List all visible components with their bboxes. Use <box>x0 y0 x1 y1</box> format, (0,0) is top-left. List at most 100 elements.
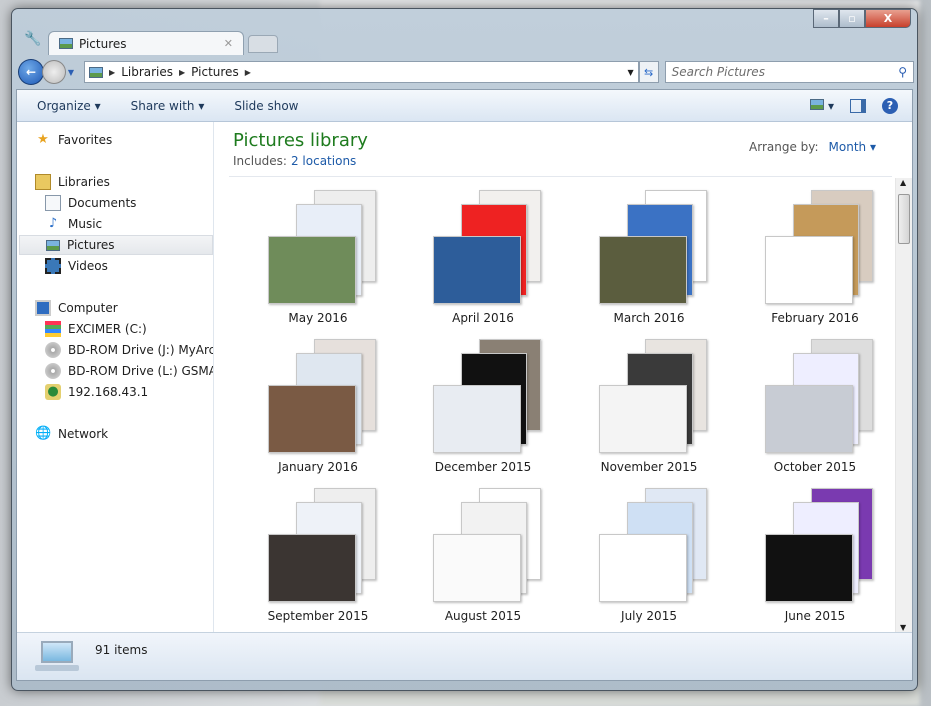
maximize-button[interactable]: ▫ <box>839 9 865 28</box>
locations-link[interactable]: 2 locations <box>291 154 356 168</box>
nav-computer[interactable]: Computer <box>35 298 118 318</box>
close-button[interactable]: X <box>865 9 911 28</box>
library-icon <box>35 639 79 675</box>
thumbnail <box>765 534 853 602</box>
chevron-right-icon[interactable]: ▶ <box>245 68 251 77</box>
wrench-icon[interactable]: 🔧 <box>24 31 41 47</box>
group-label: October 2015 <box>773 460 857 474</box>
view-icon <box>810 98 825 110</box>
group-label: June 2015 <box>784 609 846 623</box>
group-label: July 2015 <box>621 609 677 623</box>
chevron-right-icon: ▶ <box>179 67 186 77</box>
group-label: November 2015 <box>600 460 698 474</box>
explorer-window: – ▫ X 🔧 Pictures ✕ ← ▼ ▶ Libraries ▶ Pic… <box>11 8 918 691</box>
photo-group[interactable]: June 2015 <box>740 488 890 633</box>
arrange-by: Arrange by: Month ▾ <box>749 140 876 154</box>
preview-pane-button[interactable] <box>850 98 866 113</box>
arrange-dropdown[interactable]: Month ▾ <box>829 140 876 154</box>
help-button[interactable]: ? <box>882 97 898 114</box>
photo-group[interactable]: January 2016 <box>243 339 393 484</box>
nav-label: Network <box>58 427 109 441</box>
nav-drive-c[interactable]: EXCIMER (C:) <box>45 319 147 339</box>
thumbnail <box>268 385 356 453</box>
close-tab-icon[interactable]: ✕ <box>224 37 233 50</box>
nav-music[interactable]: ♪ Music <box>45 214 102 234</box>
nav-label: 192.168.43.1 <box>68 385 149 399</box>
address-dropdown-icon[interactable]: ▼ <box>627 68 633 77</box>
nav-label: Computer <box>58 301 118 315</box>
disc-icon <box>45 363 61 379</box>
windows-drive-icon <box>45 321 61 337</box>
group-label: January 2016 <box>278 460 358 474</box>
arrange-label: Arrange by: <box>749 140 819 154</box>
group-label: March 2016 <box>613 311 685 325</box>
recent-pages-icon[interactable]: ▼ <box>68 68 74 77</box>
search-icon: ⚲ <box>898 65 907 79</box>
group-label: December 2015 <box>434 460 532 474</box>
thumbnail <box>433 385 521 453</box>
star-icon: ★ <box>37 132 49 147</box>
scrollbar-thumb[interactable] <box>898 194 910 244</box>
pictures-icon <box>46 239 60 251</box>
thumbnail <box>765 236 853 304</box>
nav-label: Music <box>68 217 103 231</box>
nav-libraries[interactable]: Libraries <box>35 172 110 192</box>
includes-line: Includes: 2 locations <box>233 154 356 168</box>
nav-label: Videos <box>68 259 108 273</box>
nav-label: Documents <box>68 196 137 210</box>
nav-label: BD-ROM Drive (J:) MyArchi <box>68 343 213 357</box>
network-drive-icon: ● <box>45 384 61 400</box>
photo-group[interactable]: July 2015 <box>574 488 724 633</box>
minimize-button[interactable]: – <box>813 9 839 28</box>
photo-group[interactable]: August 2015 <box>408 488 558 633</box>
scroll-down-icon[interactable]: ▼ <box>900 623 906 632</box>
breadcrumb-pictures[interactable]: Pictures <box>191 65 239 79</box>
photo-group[interactable]: October 2015 <box>740 339 890 484</box>
nav-network-location[interactable]: ● 192.168.43.1 <box>45 382 148 402</box>
content-area: Pictures library Includes: 2 locations Ar… <box>215 122 912 632</box>
nav-label: Pictures <box>67 238 115 252</box>
nav-label: Favorites <box>58 133 113 147</box>
refresh-button[interactable]: ⇆ <box>638 61 659 83</box>
group-label: February 2016 <box>771 311 859 325</box>
nav-label: EXCIMER (C:) <box>68 322 147 336</box>
navigation-pane: ★ Favorites Libraries Documents ♪ Music Pi… <box>17 122 214 632</box>
address-bar[interactable]: ▶ Libraries ▶ Pictures ▶ ▼ <box>84 61 639 83</box>
organize-button[interactable]: Organize ▾ <box>37 99 101 113</box>
photo-group[interactable]: November 2015 <box>574 339 724 484</box>
share-with-button[interactable]: Share with ▾ <box>131 99 205 113</box>
photo-group[interactable]: May 2016 <box>243 190 393 335</box>
nav-pictures[interactable]: Pictures <box>19 235 213 255</box>
scroll-up-icon[interactable]: ▲ <box>900 178 906 187</box>
slide-show-button[interactable]: Slide show <box>234 99 298 113</box>
photo-group[interactable]: March 2016 <box>574 190 724 335</box>
divider <box>229 176 892 177</box>
includes-label: Includes: <box>233 154 287 168</box>
photo-group[interactable]: September 2015 <box>243 488 393 633</box>
thumbnail <box>268 534 356 602</box>
photo-group[interactable]: February 2016 <box>740 190 890 335</box>
nav-drive-j[interactable]: BD-ROM Drive (J:) MyArchi <box>45 340 213 360</box>
group-label: April 2016 <box>452 311 514 325</box>
network-icon: 🌐 <box>35 426 52 441</box>
nav-documents[interactable]: Documents <box>45 193 136 213</box>
item-count: 91 items <box>95 643 148 657</box>
back-button[interactable]: ← <box>18 59 44 85</box>
photo-group[interactable]: December 2015 <box>408 339 558 484</box>
nav-favorites[interactable]: ★ Favorites <box>35 130 112 150</box>
computer-icon <box>35 300 51 316</box>
search-placeholder: Search Pictures <box>671 65 765 79</box>
vertical-scrollbar[interactable]: ▲ ▼ <box>895 178 912 632</box>
tab-pictures[interactable]: Pictures ✕ <box>48 31 244 55</box>
nav-network[interactable]: 🌐 Network <box>35 424 108 444</box>
forward-button[interactable] <box>41 60 66 84</box>
photo-group[interactable]: April 2016 <box>408 190 558 335</box>
search-input[interactable]: Search Pictures ⚲ <box>664 61 914 83</box>
thumbnail <box>599 385 687 453</box>
new-tab-button[interactable] <box>248 35 278 53</box>
documents-icon <box>45 195 61 211</box>
breadcrumb-libraries[interactable]: Libraries <box>121 65 173 79</box>
nav-drive-l[interactable]: BD-ROM Drive (L:) GSMART <box>45 361 213 381</box>
change-view-button[interactable]: ▾ <box>810 98 834 113</box>
nav-videos[interactable]: Videos <box>45 256 108 276</box>
